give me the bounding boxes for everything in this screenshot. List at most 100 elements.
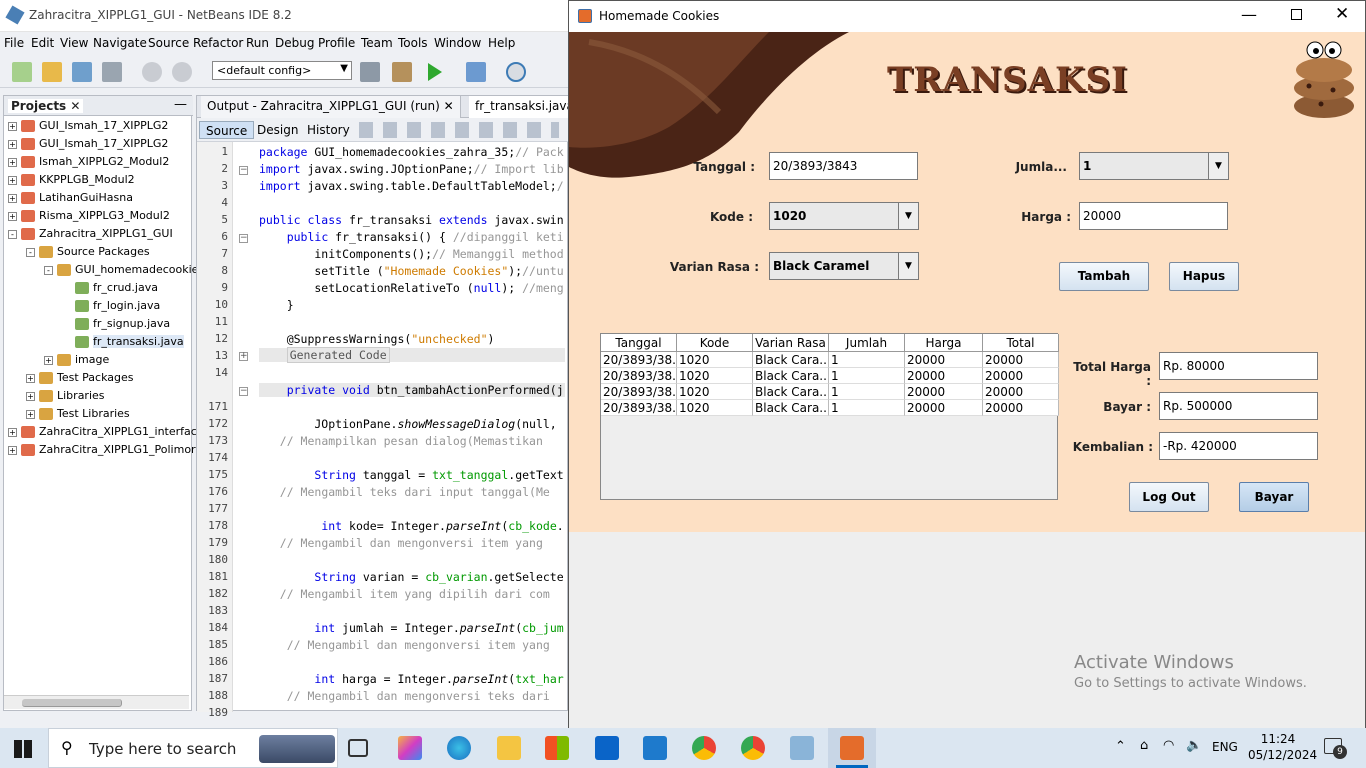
expand-icon[interactable]: + bbox=[8, 121, 17, 131]
copilot-icon[interactable] bbox=[398, 736, 422, 760]
close-icon[interactable]: ✕ bbox=[1335, 4, 1349, 24]
expand-icon[interactable]: + bbox=[8, 445, 17, 455]
menu-run[interactable]: Run bbox=[246, 36, 269, 50]
virtualbox-icon[interactable] bbox=[790, 736, 814, 760]
table-cell[interactable]: Black Cara... bbox=[753, 384, 829, 400]
tree-item[interactable]: + Libraries bbox=[26, 387, 105, 405]
jumlah-combobox[interactable]: 1 ▼ bbox=[1079, 152, 1229, 180]
chrome-profile-icon[interactable] bbox=[741, 736, 765, 760]
expand-icon[interactable]: + bbox=[8, 157, 17, 167]
language-indicator[interactable]: ENG bbox=[1212, 740, 1238, 754]
harga-field[interactable]: 20000 bbox=[1079, 202, 1228, 230]
undo-icon[interactable] bbox=[142, 62, 162, 82]
table-header-total[interactable]: Total bbox=[983, 334, 1059, 352]
expand-icon[interactable]: + bbox=[8, 193, 17, 203]
tree-item[interactable]: + Test Packages bbox=[26, 369, 133, 387]
editor-toolbar-icons[interactable] bbox=[359, 122, 559, 138]
kode-combobox[interactable]: 1020 ▼ bbox=[769, 202, 919, 230]
tree-item[interactable]: + ZahraCitra_XIPPLG1_Polimorfi bbox=[8, 441, 203, 459]
horizontal-scrollbar[interactable] bbox=[4, 695, 189, 709]
tree-item[interactable]: + image bbox=[44, 351, 109, 369]
file-explorer-icon[interactable] bbox=[497, 736, 521, 760]
windows-start-icon[interactable] bbox=[14, 740, 32, 758]
menu-navigate[interactable]: Navigate bbox=[93, 36, 147, 50]
collapse-icon[interactable]: - bbox=[8, 229, 17, 239]
table-cell[interactable]: 20000 bbox=[905, 368, 983, 384]
table-header-tanggal[interactable]: Tanggal bbox=[601, 334, 677, 352]
tab-history[interactable]: History bbox=[301, 121, 356, 139]
tab-design[interactable]: Design bbox=[251, 121, 304, 139]
tree-item[interactable]: + Risma_XIPPLG3_Modul2 bbox=[8, 207, 170, 225]
tambah-button[interactable]: Tambah bbox=[1059, 262, 1149, 291]
table-cell[interactable]: Black Cara... bbox=[753, 352, 829, 368]
clock[interactable]: 11:24 05/12/2024 bbox=[1248, 731, 1317, 763]
table-cell[interactable]: 1 bbox=[829, 352, 905, 368]
table-cell[interactable]: 1020 bbox=[677, 368, 753, 384]
expand-icon[interactable]: + bbox=[8, 139, 17, 149]
tree-item[interactable]: + LatihanGuiHasna bbox=[8, 189, 133, 207]
menu-help[interactable]: Help bbox=[488, 36, 515, 50]
tree-item[interactable]: + ZahraCitra_XIPPLG1_interface bbox=[8, 423, 204, 441]
maximize-icon[interactable] bbox=[1291, 9, 1302, 20]
table-cell[interactable]: 20/3893/38... bbox=[601, 368, 677, 384]
expand-icon[interactable]: + bbox=[26, 391, 35, 401]
table-cell[interactable]: 20000 bbox=[983, 400, 1059, 416]
tree-item[interactable]: + GUI_Ismah_17_XIPPLG2 bbox=[8, 117, 168, 135]
table-cell[interactable]: 1020 bbox=[677, 352, 753, 368]
expand-icon[interactable]: + bbox=[44, 355, 53, 365]
table-cell[interactable]: 20000 bbox=[905, 352, 983, 368]
table-cell[interactable]: 20000 bbox=[983, 368, 1059, 384]
notification-icon[interactable]: 9 bbox=[1324, 738, 1347, 759]
tanggal-field[interactable]: 20/3893/3843 bbox=[769, 152, 918, 180]
menu-tools[interactable]: Tools bbox=[398, 36, 428, 50]
run-icon[interactable] bbox=[428, 63, 442, 81]
tree-item[interactable]: + Ismah_XIPPLG2_Modul2 bbox=[8, 153, 169, 171]
new-project-icon[interactable] bbox=[42, 62, 62, 82]
menu-source[interactable]: Source bbox=[148, 36, 189, 50]
edge-icon[interactable] bbox=[447, 736, 471, 760]
table-cell[interactable]: 1 bbox=[829, 368, 905, 384]
menu-window[interactable]: Window bbox=[434, 36, 481, 50]
collapse-icon[interactable]: - bbox=[26, 247, 35, 257]
tree-item[interactable]: - Zahracitra_XIPPLG1_GUI bbox=[8, 225, 173, 243]
table-cell[interactable]: 20/3893/38... bbox=[601, 352, 677, 368]
tab-fr-transaksi[interactable]: fr_transaksi.java bbox=[469, 96, 580, 118]
java-app-taskbar-item[interactable] bbox=[828, 728, 876, 768]
expand-icon[interactable]: + bbox=[8, 175, 17, 185]
menu-file[interactable]: File bbox=[4, 36, 24, 50]
table-cell[interactable]: 20000 bbox=[905, 400, 983, 416]
tree-item[interactable]: + Test Libraries bbox=[26, 405, 130, 423]
table-header-varian-rasa[interactable]: Varian Rasa bbox=[753, 334, 829, 352]
kembalian-field[interactable]: -Rp. 420000 bbox=[1159, 432, 1318, 460]
expand-icon[interactable]: + bbox=[8, 427, 17, 437]
menu-refactor[interactable]: Refactor bbox=[193, 36, 243, 50]
table-cell[interactable]: 1020 bbox=[677, 400, 753, 416]
tree-item[interactable]: - Source Packages bbox=[26, 243, 150, 261]
outlook-icon[interactable] bbox=[595, 736, 619, 760]
tree-item[interactable]: + GUI_Ismah_17_XIPPLG2 bbox=[8, 135, 168, 153]
chevron-up-icon[interactable]: ⌃ bbox=[1115, 739, 1126, 754]
menu-team[interactable]: Team bbox=[361, 36, 393, 50]
open-project-icon[interactable] bbox=[72, 62, 92, 82]
tree-item[interactable]: fr_crud.java bbox=[62, 279, 158, 297]
debug-icon[interactable] bbox=[466, 62, 486, 82]
config-select[interactable]: <default config> ▼ bbox=[212, 61, 352, 80]
build-icon[interactable] bbox=[360, 62, 380, 82]
projects-tab[interactable]: Projects ✕ — bbox=[4, 96, 193, 116]
table-cell[interactable]: Black Cara... bbox=[753, 400, 829, 416]
menu-debug[interactable]: Debug bbox=[275, 36, 314, 50]
volume-icon[interactable]: 🔈 bbox=[1186, 738, 1202, 753]
new-file-icon[interactable] bbox=[12, 62, 32, 82]
table-cell[interactable]: 20000 bbox=[983, 352, 1059, 368]
save-all-icon[interactable] bbox=[102, 62, 122, 82]
tree-item[interactable]: fr_login.java bbox=[62, 297, 160, 315]
menu-edit[interactable]: Edit bbox=[31, 36, 54, 50]
tree-item[interactable]: fr_signup.java bbox=[62, 315, 170, 333]
expand-icon[interactable]: + bbox=[8, 211, 17, 221]
table-cell[interactable]: 20000 bbox=[983, 384, 1059, 400]
minimize-icon[interactable]: — bbox=[1241, 5, 1257, 24]
task-view-icon[interactable] bbox=[348, 739, 368, 757]
tree-item[interactable]: + KKPPLGB_Modul2 bbox=[8, 171, 135, 189]
collapse-icon[interactable]: - bbox=[44, 265, 53, 275]
table-cell[interactable]: 1 bbox=[829, 384, 905, 400]
